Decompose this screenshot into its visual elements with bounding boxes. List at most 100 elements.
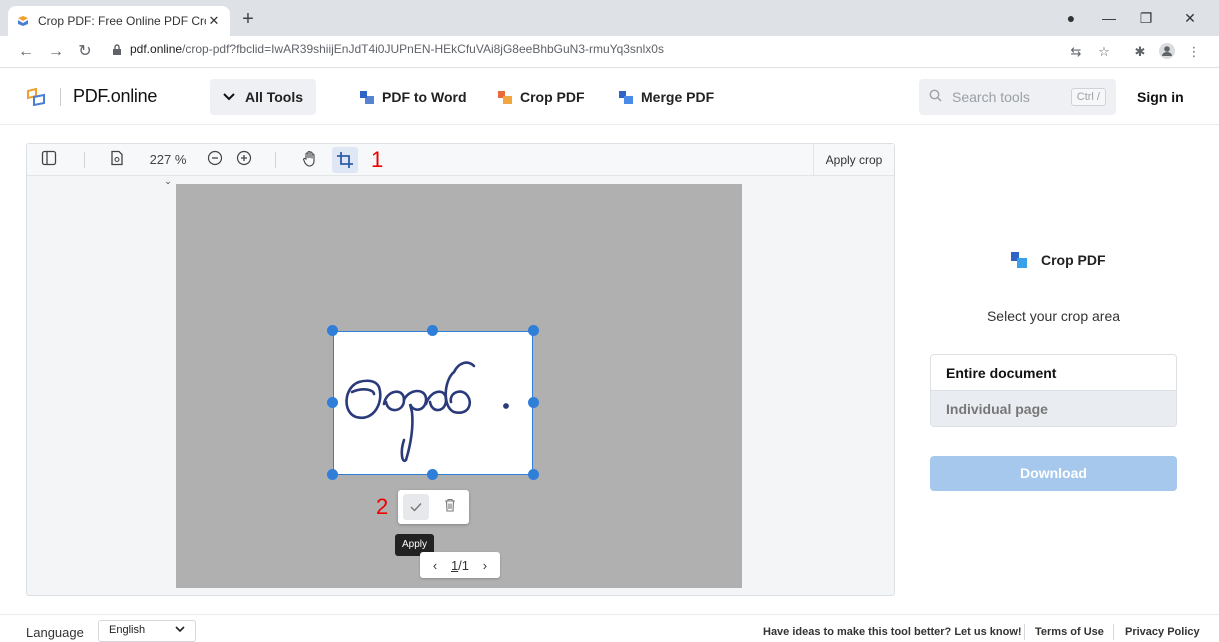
terms-link[interactable]: Terms of Use [1035, 626, 1104, 638]
crop-selection-box[interactable] [333, 331, 533, 475]
crop-pdf-nav-icon [498, 90, 512, 104]
browser-tab[interactable]: Crop PDF: Free Online PDF Cropp ✕ [8, 6, 230, 36]
footer-separator [1113, 624, 1114, 640]
page-footer: Language English Have ideas to make this… [0, 614, 1219, 642]
zoom-chevron-icon: ⌄ [164, 176, 172, 186]
crop-icon [336, 151, 354, 174]
profile-avatar-icon[interactable] [1157, 42, 1177, 62]
back-icon[interactable]: ← [14, 40, 38, 64]
zoom-value: 227 % [149, 152, 187, 167]
tab-close-icon[interactable]: ✕ [206, 13, 222, 29]
nav-merge-pdf[interactable]: Merge PDF [619, 89, 714, 105]
address-bar: ← → ↻ pdf.online/crop-pdf?fbclid=IwAR39s… [0, 36, 1219, 68]
panel-subtitle: Select your crop area [986, 308, 1121, 324]
step-marker-1: 1 [371, 147, 384, 172]
crop-handle-bottom-right[interactable] [528, 469, 539, 480]
prev-page-icon[interactable]: ‹ [433, 558, 437, 573]
zoom-select[interactable]: 227 % ⌄ [144, 150, 192, 186]
option-entire-document[interactable]: Entire document [931, 355, 1176, 391]
window-close-icon[interactable]: ✕ [1175, 6, 1205, 30]
minimize-icon[interactable]: — [1094, 6, 1124, 30]
all-tools-label: All Tools [244, 89, 304, 105]
download-button[interactable]: Download [930, 456, 1177, 491]
hand-pan-icon[interactable] [300, 150, 320, 170]
language-select[interactable]: English [98, 620, 196, 642]
restore-icon[interactable]: ❐ [1131, 6, 1161, 30]
next-page-icon[interactable]: › [483, 558, 487, 573]
nav-pdf-to-word-label: PDF to Word [382, 89, 467, 105]
merge-pdf-icon [619, 90, 633, 104]
page-navigator: ‹ 1/1 › [420, 552, 500, 578]
forward-icon[interactable]: → [44, 40, 68, 64]
feedback-link[interactable]: Have ideas to make this tool better? Let… [763, 626, 1022, 638]
pdf-page: 2 Apply ‹ 1/1 › [176, 184, 742, 588]
crop-handle-bottom[interactable] [427, 469, 438, 480]
sign-in-link[interactable]: Sign in [1137, 89, 1184, 105]
crop-handle-top-left[interactable] [327, 325, 338, 336]
check-icon [410, 503, 422, 512]
page-current[interactable]: 1 [451, 558, 458, 573]
page-indicator: 1/1 [450, 557, 470, 573]
logo-mark-icon [26, 87, 46, 106]
apply-check-button[interactable] [403, 494, 429, 520]
crop-pdf-tool-icon [1011, 252, 1027, 268]
pdf-viewer: 227 % ⌄ 1 Apply crop 2 Apply ‹ 1/1 › [26, 143, 895, 596]
translate-icon[interactable]: ⇆ [1066, 42, 1086, 62]
bookmark-star-icon[interactable]: ☆ [1094, 42, 1114, 62]
nav-crop-pdf[interactable]: Crop PDF [498, 89, 585, 105]
search-icon [929, 89, 942, 105]
option-individual-page[interactable]: Individual page [931, 391, 1176, 426]
fit-page-icon[interactable] [107, 150, 127, 170]
zoom-out-icon[interactable] [205, 150, 225, 170]
crop-handle-top[interactable] [427, 325, 438, 336]
crop-scope-selector: Entire document Individual page [930, 354, 1177, 427]
search-shortcut-hint: Ctrl / [1070, 88, 1106, 106]
footer-separator [1024, 624, 1025, 640]
lock-icon [112, 44, 122, 55]
new-tab-button[interactable]: + [236, 8, 260, 32]
site-favicon-icon [16, 14, 30, 28]
crop-tool-button[interactable] [332, 147, 358, 173]
profile-dot-icon[interactable]: ● [1056, 6, 1086, 30]
pdf-to-word-icon [360, 90, 374, 104]
step-marker-2: 2 [376, 494, 389, 519]
signature-image [345, 361, 509, 463]
delete-crop-button[interactable] [437, 494, 463, 520]
crop-handle-right[interactable] [528, 397, 539, 408]
viewer-toolbar: 227 % ⌄ 1 Apply crop [27, 144, 894, 186]
browser-tab-bar: Crop PDF: Free Online PDF Cropp ✕ + ● — … [0, 0, 1219, 36]
url-field[interactable]: pdf.online/crop-pdf?fbclid=IwAR39shiijEn… [112, 42, 664, 56]
trash-icon [445, 498, 455, 512]
chevron-down-icon [223, 90, 235, 104]
panel-title: Crop PDF [1011, 252, 1106, 268]
crop-handle-left[interactable] [327, 397, 338, 408]
tab-title: Crop PDF: Free Online PDF Cropp [38, 14, 206, 28]
reload-icon[interactable]: ↻ [73, 40, 97, 64]
privacy-link[interactable]: Privacy Policy [1125, 626, 1200, 638]
search-tools-input[interactable]: Search tools Ctrl / [919, 79, 1116, 115]
url-path: /crop-pdf?fbclid=IwAR39shiijEnJdT4i0JUPn… [182, 42, 664, 56]
logo-separator [60, 87, 61, 106]
apply-crop-button[interactable]: Apply crop [813, 144, 894, 176]
crop-handle-bottom-left[interactable] [327, 469, 338, 480]
browser-menu-icon[interactable]: ⋮ [1184, 42, 1204, 62]
toolbar-divider [84, 152, 85, 168]
panel-title-text: Crop PDF [1041, 252, 1106, 268]
crop-action-bar [398, 490, 469, 524]
nav-pdf-to-word[interactable]: PDF to Word [360, 89, 467, 105]
crop-handle-top-right[interactable] [528, 325, 539, 336]
url-host: pdf.online [130, 42, 183, 56]
nav-crop-pdf-label: Crop PDF [520, 89, 585, 105]
site-logo[interactable]: PDF.online [26, 86, 157, 107]
language-chevron-icon [175, 624, 185, 638]
nav-merge-pdf-label: Merge PDF [641, 89, 715, 105]
zoom-in-icon[interactable] [234, 150, 254, 170]
page-total: 1 [461, 557, 470, 573]
all-tools-button[interactable]: All Tools [210, 79, 316, 115]
extensions-puzzle-icon[interactable]: ✱ [1130, 42, 1150, 62]
language-value: English [109, 624, 146, 636]
logo-text: PDF.online [73, 86, 158, 106]
toolbar-divider [275, 152, 276, 168]
sidebar-toggle-icon[interactable] [39, 150, 59, 170]
search-placeholder: Search tools [952, 89, 1030, 105]
